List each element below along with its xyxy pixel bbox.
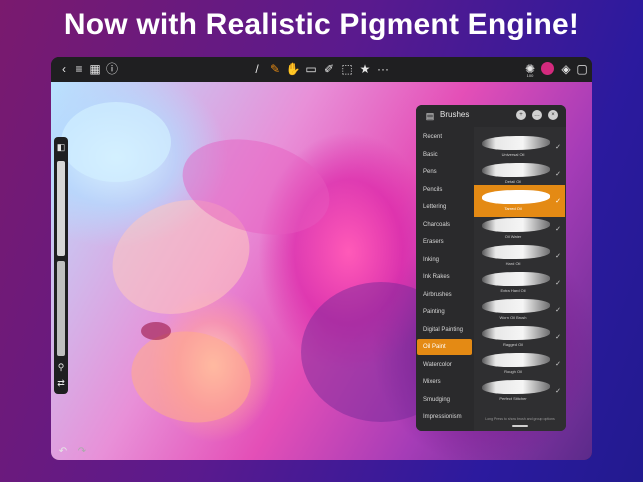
headline: Now with Realistic Pigment Engine! [63,8,580,41]
panel-grabber[interactable] [512,425,528,427]
brush-preview [482,326,550,340]
frame-icon[interactable]: ▢ [574,61,590,77]
category-item[interactable]: Charcoals [417,217,472,233]
paint-icon[interactable]: ✎ [267,61,283,77]
selection-icon[interactable]: ⬚ [339,61,355,77]
brush-edit-icon[interactable]: ✓ [555,252,561,260]
brush-preview [482,299,550,313]
brush-size-label: 100 [526,73,534,78]
smudge-icon[interactable]: ✋ [285,61,301,77]
brush-edit-icon[interactable]: ✓ [555,279,561,287]
brush-edit-icon[interactable]: ✓ [555,225,561,233]
brush-item[interactable]: Perfect Stitcher ✓ [474,375,565,407]
brush-preview [482,380,550,394]
category-item-active[interactable]: Oil Paint [417,339,472,355]
app-window: ‹ ≡ ▦ ⓘ / ✎ ✋ ▭ ✐ ⬚ ★ ··· ✺ 100 ◈ ▢ ◧ ⚲ … [51,57,592,460]
category-list: Recent Basic Pens Pencils Lettering Char… [416,127,473,431]
category-item[interactable]: Watercolor [417,357,472,373]
category-item[interactable]: Airbrushes [417,287,472,303]
brush-preview [482,218,550,232]
brush-edit-icon[interactable]: ✓ [555,143,561,151]
brush-edit-icon[interactable]: ✓ [555,333,561,341]
lips-stroke [141,322,171,340]
more-icon[interactable]: ··· [375,61,391,77]
category-item[interactable]: Digital Painting [417,322,472,338]
brush-preview [482,136,550,150]
brush-name: Worn Oil Brush [499,315,527,320]
brush-name: Tarred Oil [504,206,522,211]
brush-list: Universal Oil ✓ Detail Oil ✓ Tarred Oil … [474,127,566,431]
category-item[interactable]: Pencils [417,182,472,198]
category-item[interactable]: Recent [417,129,472,145]
panel-footnote: Long Press to show brush and group optio… [485,417,555,421]
brush-edit-icon[interactable]: ✓ [555,306,561,314]
undo-icon[interactable]: ↶ [55,444,71,460]
options-icon[interactable]: … [532,110,542,120]
library-icon[interactable]: ▤ [422,108,438,124]
category-item[interactable]: Inking [417,252,472,268]
opacity-slider[interactable] [57,261,65,356]
category-item[interactable]: Pens [417,164,472,180]
category-item[interactable]: Erasers [417,234,472,250]
brush-name: Universal Oil [501,152,525,157]
left-sidebar: ◧ ⚲ ⇄ [54,137,68,394]
brush-edit-icon[interactable]: ✓ [555,197,561,205]
neck-stroke [124,322,258,432]
brush-preview [482,163,550,177]
layers-icon[interactable]: ◈ [558,61,574,77]
brush-edit-icon[interactable]: ✓ [555,387,561,395]
add-brush-icon[interactable]: + [516,110,526,120]
color-swatch[interactable] [541,62,554,75]
info-icon[interactable]: ⓘ [104,61,120,77]
modify-icon[interactable]: ⚲ [53,359,69,375]
eyedropper-icon[interactable]: ✐ [321,61,337,77]
menu-icon[interactable]: ≡ [71,61,87,77]
brush-name: Oil Water [504,234,522,239]
category-item[interactable]: Impressionism [417,409,472,425]
category-item[interactable]: Smudging [417,392,472,408]
brush-name: Perfect Stitcher [499,396,527,401]
category-item[interactable]: Ink Rakes [417,269,472,285]
category-item[interactable]: Painting [417,304,472,320]
panel-title[interactable]: Brushes [440,110,469,119]
back-icon[interactable]: ‹ [56,61,72,77]
sidebar-toggle-icon[interactable]: ◧ [53,139,69,155]
brush-edit-icon[interactable]: ✓ [555,360,561,368]
brush-name: Detail Oil [504,179,522,184]
close-icon[interactable]: × [548,110,558,120]
brush-name: Hard Oil [505,261,521,266]
brush-name: Ragged Oil [502,342,523,347]
brush-preview [482,272,550,286]
category-item[interactable]: Basic [417,147,472,163]
redo-icon[interactable]: ↷ [74,444,90,460]
panel-header: ▤ Brushes + … × [416,105,566,127]
brush-icon[interactable]: / [249,61,265,77]
brush-name: Extra Hard Oil [500,288,526,293]
category-item[interactable]: Mixers [417,374,472,390]
top-toolbar: ‹ ≡ ▦ ⓘ / ✎ ✋ ▭ ✐ ⬚ ★ ··· ✺ 100 ◈ ▢ [51,57,592,82]
star-icon[interactable]: ★ [357,61,373,77]
background-light [61,102,171,182]
brush-edit-icon[interactable]: ✓ [555,170,561,178]
swap-icon[interactable]: ⇄ [53,375,69,391]
gallery-icon[interactable]: ▦ [87,61,103,77]
brushes-panel: ▤ Brushes + … × Recent Basic Pens Pencil… [416,105,566,431]
brush-preview [482,190,550,204]
category-item[interactable]: Lettering [417,199,472,215]
eraser-icon[interactable]: ▭ [303,61,319,77]
brush-size-slider[interactable] [57,161,65,256]
brush-name: Rough Oil [504,369,522,374]
brush-preview [482,353,550,367]
brush-preview [482,245,550,259]
